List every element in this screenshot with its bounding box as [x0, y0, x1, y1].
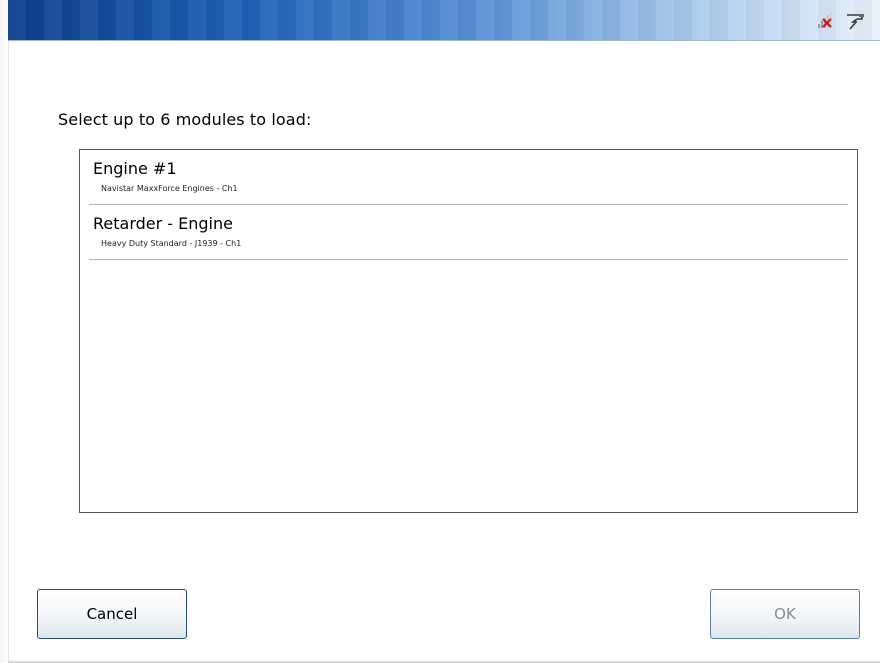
module-name: Engine #1: [93, 159, 177, 178]
prompt-label: Select up to 6 modules to load:: [58, 110, 312, 129]
module-description: Navistar MaxxForce Engines - Ch1: [101, 184, 238, 193]
module-select-window: Select up to 6 modules to load: Engine #…: [0, 0, 880, 663]
connector-icon[interactable]: [844, 10, 866, 32]
window-left-edge: [0, 0, 9, 663]
module-description: Heavy Duty Standard - J1939 - Ch1: [101, 239, 242, 248]
title-bar: [8, 0, 880, 41]
module-list[interactable]: Engine #1 Navistar MaxxForce Engines - C…: [79, 149, 858, 513]
module-item-retarder-engine[interactable]: Retarder - Engine Heavy Duty Standard - …: [89, 205, 848, 260]
module-name: Retarder - Engine: [93, 214, 233, 233]
cancel-button[interactable]: Cancel: [37, 589, 187, 639]
signal-error-icon[interactable]: [816, 10, 838, 32]
module-item-engine-1[interactable]: Engine #1 Navistar MaxxForce Engines - C…: [89, 150, 848, 205]
ok-button[interactable]: OK: [710, 589, 860, 639]
